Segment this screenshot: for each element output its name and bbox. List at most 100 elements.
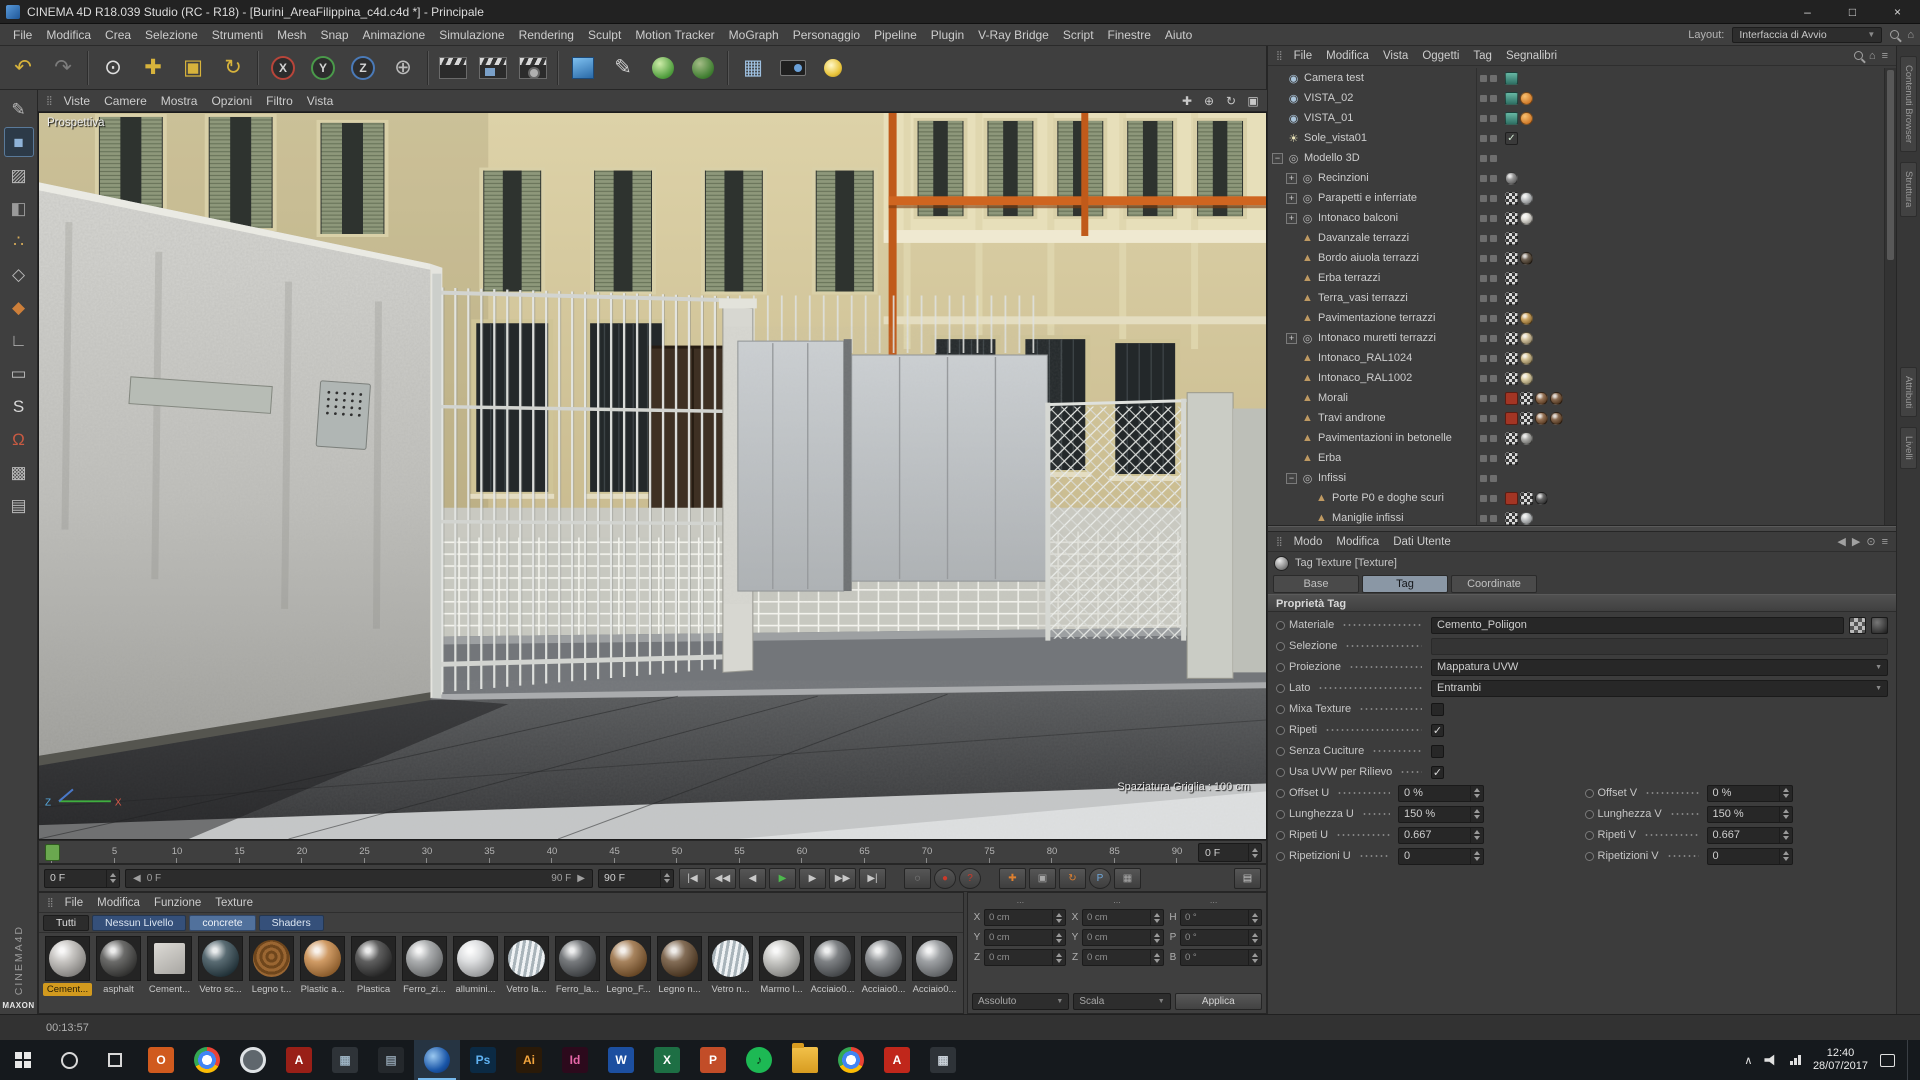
menu-modifica[interactable]: Modifica — [39, 26, 98, 44]
expand-icon[interactable]: + — [1286, 213, 1297, 224]
viewport-filter-icon[interactable]: ▭ — [4, 358, 34, 388]
checker-tag-icon[interactable] — [1520, 492, 1533, 505]
coord-p-field[interactable]: 0 ° — [1180, 929, 1262, 946]
anim-dot-icon[interactable] — [1276, 789, 1285, 798]
record-pla-button[interactable]: ▦ — [1114, 868, 1141, 889]
zoom-view-icon[interactable]: ⊕ — [1199, 92, 1219, 110]
viewport-menu-camere[interactable]: Camere — [97, 92, 154, 110]
clock[interactable]: 12:40 28/07/2017 — [1813, 1047, 1868, 1073]
side-tab-attributi[interactable]: Attributi — [1900, 367, 1917, 417]
coord-y-field[interactable]: 0 cm — [984, 929, 1066, 946]
am-menu-modo[interactable]: Modo — [1287, 535, 1330, 549]
keyframe-help-button[interactable]: ? — [959, 868, 981, 889]
visibility-dots[interactable] — [1480, 495, 1497, 502]
y-axis-lock-icon[interactable]: Y — [304, 49, 342, 87]
proiezione-dropdown[interactable]: Mappatura UVW▼ — [1431, 659, 1888, 676]
snap-toggle-icon[interactable]: S — [4, 391, 34, 421]
menu-finestre[interactable]: Finestre — [1101, 26, 1158, 44]
anim-dot-icon[interactable] — [1276, 852, 1285, 861]
undo-icon[interactable]: ↶ — [4, 49, 42, 87]
checker-tag-icon[interactable] — [1505, 272, 1518, 285]
sphere-tag-icon[interactable] — [1520, 352, 1533, 365]
om-menu-modifica[interactable]: Modifica — [1319, 49, 1376, 63]
object-row-vista-01[interactable]: ◉VISTA_01 — [1268, 108, 1884, 128]
object-row-infissi[interactable]: −◎Infissi — [1268, 468, 1884, 488]
timeline-playhead[interactable] — [45, 844, 60, 861]
object-row-intonaco-ral1024[interactable]: ▲Intonaco_RAL1024 — [1268, 348, 1884, 368]
menu-plugin[interactable]: Plugin — [924, 26, 971, 44]
visibility-dots[interactable] — [1480, 215, 1497, 222]
timeline-scrubber[interactable]: ◀ 0 F 90 F ▶ — [125, 869, 593, 888]
next-frame-button[interactable]: ▶ — [799, 868, 826, 889]
om-scrollbar[interactable] — [1884, 68, 1896, 525]
checker-tag-icon[interactable] — [1505, 352, 1518, 365]
material-ferro-zi[interactable]: Ferro_zi... — [400, 936, 449, 996]
tab-base[interactable]: Base — [1273, 575, 1359, 593]
object-row-intonaco-ral1002[interactable]: ▲Intonaco_RAL1002 — [1268, 368, 1884, 388]
object-row-erba-terrazzi[interactable]: ▲Erba terrazzi — [1268, 268, 1884, 288]
anim-dot-icon[interactable] — [1276, 663, 1285, 672]
object-row-travi-androne[interactable]: ▲Travi androne — [1268, 408, 1884, 428]
task-view-button[interactable] — [92, 1040, 138, 1080]
taskbar-office-icon[interactable]: O — [138, 1040, 184, 1080]
tab-coordinate[interactable]: Coordinate — [1451, 575, 1537, 593]
coord-y-field[interactable]: 0 cm — [1082, 929, 1164, 946]
workplane-mode-icon[interactable]: ◧ — [4, 193, 34, 223]
side-tab-struttura[interactable]: Struttura — [1900, 162, 1917, 216]
minimize-button[interactable]: – — [1785, 0, 1830, 23]
z-axis-lock-icon[interactable]: Z — [344, 49, 382, 87]
volume-icon[interactable] — [1764, 1054, 1778, 1066]
ripetizioni-u-field[interactable]: 0 — [1398, 848, 1484, 865]
visibility-dots[interactable] — [1480, 275, 1497, 282]
prev-frame-button[interactable]: ◀ — [739, 868, 766, 889]
frame-start-stepper[interactable] — [106, 870, 119, 887]
visibility-dots[interactable] — [1480, 195, 1497, 202]
visibility-dots[interactable] — [1480, 515, 1497, 522]
shader-ball-icon[interactable] — [1871, 617, 1888, 634]
material-plastica[interactable]: Plastica — [349, 936, 398, 996]
collapse-icon[interactable]: − — [1272, 153, 1283, 164]
visibility-dots[interactable] — [1480, 235, 1497, 242]
object-row-intonaco-balconi[interactable]: +◎Intonaco balconi — [1268, 208, 1884, 228]
visibility-dots[interactable] — [1480, 395, 1497, 402]
checker-tag-icon[interactable] — [1505, 212, 1518, 225]
rotate-tool-icon[interactable]: ↻ — [214, 49, 252, 87]
object-row-parapetti-e-inferriate[interactable]: +◎Parapetti e inferriate — [1268, 188, 1884, 208]
viewport-menu-opzioni[interactable]: Opzioni — [204, 92, 259, 110]
filter-concrete[interactable]: concrete — [189, 915, 255, 931]
taskbar-photos-icon[interactable]: ▦ — [322, 1040, 368, 1080]
add-cube-icon[interactable] — [564, 49, 602, 87]
menu-snap[interactable]: Snap — [313, 26, 355, 44]
visibility-dots[interactable] — [1480, 255, 1497, 262]
menu-crea[interactable]: Crea — [98, 26, 138, 44]
checker-tag-icon[interactable] — [1505, 372, 1518, 385]
home-icon[interactable]: ⌂ — [1869, 50, 1876, 62]
lato-dropdown[interactable]: Entrambi▼ — [1431, 680, 1888, 697]
sphere-tag-icon[interactable] — [1520, 192, 1533, 205]
texture-preview-icon[interactable] — [1849, 617, 1866, 634]
taskbar-acrobat-icon[interactable]: A — [276, 1040, 322, 1080]
taskbar-word-icon[interactable]: W — [598, 1040, 644, 1080]
sphere-tag-icon[interactable] — [1520, 432, 1533, 445]
sphere-tag-icon[interactable] — [1520, 212, 1533, 225]
expand-icon[interactable]: + — [1286, 193, 1297, 204]
search-icon[interactable] — [1890, 30, 1899, 39]
search-icon[interactable] — [1854, 51, 1863, 60]
offset-v-field[interactable]: 0 % — [1707, 785, 1793, 802]
offset-u-field[interactable]: 0 % — [1398, 785, 1484, 802]
sphere-tag-icon[interactable] — [1550, 392, 1563, 405]
display-tag-icon[interactable] — [1505, 92, 1518, 105]
materiale-field[interactable]: Cemento_Poliigon — [1431, 617, 1844, 634]
current-frame-field[interactable]: 0 F — [1198, 843, 1262, 862]
quantize-icon[interactable]: ▩ — [4, 457, 34, 487]
checker-tag-icon[interactable] — [1505, 232, 1518, 245]
menu-aiuto[interactable]: Aiuto — [1158, 26, 1199, 44]
sphere-tag-icon[interactable] — [1535, 392, 1548, 405]
polygons-mode-icon[interactable]: ◆ — [4, 292, 34, 322]
visibility-dots[interactable] — [1480, 155, 1497, 162]
checker-tag-icon[interactable] — [1505, 192, 1518, 205]
menu-simulazione[interactable]: Simulazione — [432, 26, 511, 44]
taskbar-browser-icon[interactable] — [230, 1040, 276, 1080]
anim-dot-icon[interactable] — [1585, 852, 1594, 861]
material-acciaio0[interactable]: Acciaio0... — [859, 936, 908, 996]
